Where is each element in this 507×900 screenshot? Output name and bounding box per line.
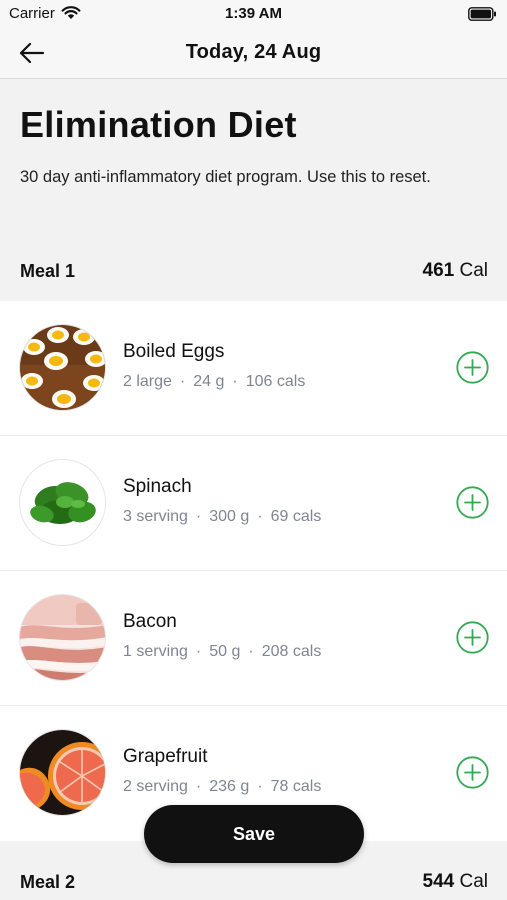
status-time: 1:39 AM <box>225 5 282 22</box>
food-weight: 300 g <box>209 508 250 525</box>
program-description: 30 day anti-inflammatory diet program. U… <box>20 168 431 186</box>
meal-name: Meal 1 <box>20 261 76 281</box>
bacon-image <box>19 594 106 681</box>
separator-dot: · <box>195 508 202 525</box>
food-meta: 1 serving · 50 g · 208 cals <box>123 643 321 661</box>
separator-dot: · <box>195 778 202 795</box>
boiled-eggs-image <box>19 324 106 411</box>
nav-title: Today, 24 Aug <box>185 41 322 63</box>
food-item[interactable]: Bacon 1 serving · 50 g · 208 cals <box>0 571 507 706</box>
grapefruit-image <box>19 729 106 816</box>
food-weight: 24 g <box>193 373 225 390</box>
food-weight: 236 g <box>209 778 250 795</box>
separator-dot: · <box>232 373 238 390</box>
food-meta: 2 serving · 236 g · 78 cals <box>123 778 321 796</box>
add-circle-icon[interactable] <box>456 486 489 519</box>
separator-dot: · <box>257 508 263 525</box>
meal-calories-unit: Cal <box>459 871 488 892</box>
spinach-image <box>19 459 106 546</box>
food-meta: 3 serving · 300 g · 69 cals <box>123 508 321 526</box>
app-screen: Carrier 1:39 AM Today, 24 Aug Eliminatio… <box>0 0 507 900</box>
food-calories: 208 cals <box>261 643 322 660</box>
food-meta: 2 large · 24 g · 106 cals <box>123 373 305 391</box>
meal-header: Meal 1 461 Cal <box>0 241 507 301</box>
nav-bar: Today, 24 Aug <box>0 28 507 79</box>
food-name: Spinach <box>123 476 192 497</box>
food-list: Boiled Eggs 2 large · 24 g · 106 cals Sp… <box>0 301 507 841</box>
separator-dot: · <box>257 778 263 795</box>
add-circle-icon[interactable] <box>456 756 489 789</box>
page-title: Elimination Diet <box>20 104 297 145</box>
add-circle-icon[interactable] <box>456 621 489 654</box>
meal-calories-value: 461 <box>422 260 455 281</box>
meal-calories-value: 544 <box>422 871 455 892</box>
food-weight: 50 g <box>209 643 241 660</box>
food-calories: 106 cals <box>245 373 306 390</box>
food-calories: 69 cals <box>270 508 322 525</box>
food-calories: 78 cals <box>270 778 322 795</box>
battery-icon <box>468 7 496 21</box>
meal-calories: 544 Cal <box>423 871 489 893</box>
separator-dot: · <box>248 643 254 660</box>
food-name: Boiled Eggs <box>123 341 225 362</box>
meal-name: Meal 2 <box>20 872 76 892</box>
food-name: Grapefruit <box>123 746 208 767</box>
food-item[interactable]: Boiled Eggs 2 large · 24 g · 106 cals <box>0 301 507 436</box>
food-quantity: 2 large <box>123 373 172 390</box>
add-circle-icon[interactable] <box>456 351 489 384</box>
meal-calories: 461 Cal <box>423 260 489 282</box>
separator-dot: · <box>195 643 202 660</box>
food-name: Bacon <box>123 611 177 632</box>
food-quantity: 1 serving <box>123 643 188 660</box>
food-item[interactable]: Spinach 3 serving · 300 g · 69 cals <box>0 436 507 571</box>
meal-calories-unit: Cal <box>459 260 488 281</box>
save-button[interactable]: Save <box>144 805 364 863</box>
separator-dot: · <box>179 373 186 390</box>
food-quantity: 3 serving <box>123 508 188 525</box>
food-quantity: 2 serving <box>123 778 188 795</box>
status-bar: Carrier 1:39 AM <box>0 0 507 28</box>
